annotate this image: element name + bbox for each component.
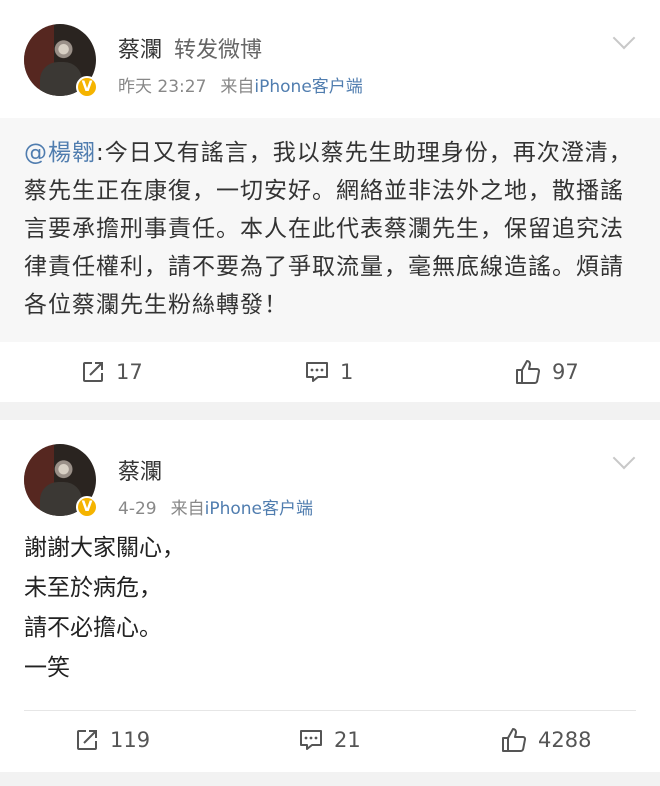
source-app-link[interactable]: iPhone客户端: [254, 77, 362, 97]
comment-count: 1: [340, 360, 354, 384]
like-button[interactable]: 4288: [500, 710, 591, 770]
source-app-link[interactable]: iPhone客户端: [205, 499, 313, 519]
author-name[interactable]: 蔡瀾: [118, 38, 162, 63]
comment-icon: [300, 730, 322, 750]
repost-icon: [83, 362, 103, 382]
weibo-post: V 蔡瀾 4-29 来自iPhone客户端 謝謝大家關心， 未至於病危， 請不必擔…: [0, 420, 660, 772]
like-button[interactable]: 97: [514, 342, 579, 402]
reposted-content[interactable]: @楊翱:今日又有謠言，我以蔡先生助理身份，再次澄清，蔡先生正在康復，一切安好。網…: [0, 118, 660, 342]
chevron-down-icon[interactable]: [612, 26, 636, 50]
verified-badge-icon: V: [76, 496, 98, 518]
author-name[interactable]: 蔡瀾: [118, 460, 162, 485]
action-bar: 119 21 4288: [0, 710, 660, 770]
repost-icon: [77, 730, 97, 750]
post-meta: 4-29 来自iPhone客户端: [118, 494, 313, 519]
post-time: 4-29: [118, 499, 157, 519]
mention-link[interactable]: @楊翱: [24, 140, 96, 166]
verified-badge-icon: V: [76, 76, 98, 98]
comment-count: 21: [334, 728, 361, 752]
repost-body: :今日又有謠言，我以蔡先生助理身份，再次澄清，蔡先生正在康復，一切安好。網絡並非…: [24, 140, 633, 318]
chevron-down-icon[interactable]: [612, 446, 636, 470]
thumbs-up-icon: [516, 360, 540, 385]
like-count: 4288: [538, 728, 592, 752]
author-line: 蔡瀾: [118, 454, 162, 486]
comment-button[interactable]: 1: [304, 342, 353, 402]
source-prefix: 来自: [220, 77, 255, 97]
comment-icon: [306, 362, 328, 382]
weibo-post-repost: V 蔡瀾 转发微博 昨天 23:27 来自iPhone客户端 @楊翱:今日又有謠言，…: [0, 0, 660, 402]
thumbs-up-icon: [502, 728, 526, 753]
comment-button[interactable]: 21: [298, 710, 361, 770]
repost-button[interactable]: 119: [74, 710, 150, 770]
post-text: 謝謝大家關心， 未至於病危， 請不必擔心。 一笑: [24, 535, 185, 681]
author-line: 蔡瀾 转发微博: [118, 32, 262, 64]
repost-text: @楊翱:今日又有謠言，我以蔡先生助理身份，再次澄清，蔡先生正在康復，一切安好。網…: [24, 134, 639, 324]
repost-count: 119: [110, 728, 151, 752]
like-count: 97: [552, 360, 579, 384]
action-bar: 17 1 97: [0, 342, 660, 402]
source-prefix: 来自: [170, 499, 205, 519]
post-action: 转发微博: [174, 38, 263, 63]
post-meta: 昨天 23:27 来自iPhone客户端: [118, 72, 363, 97]
repost-count: 17: [116, 360, 143, 384]
post-time: 昨天 23:27: [118, 77, 207, 97]
repost-button[interactable]: 17: [80, 342, 143, 402]
